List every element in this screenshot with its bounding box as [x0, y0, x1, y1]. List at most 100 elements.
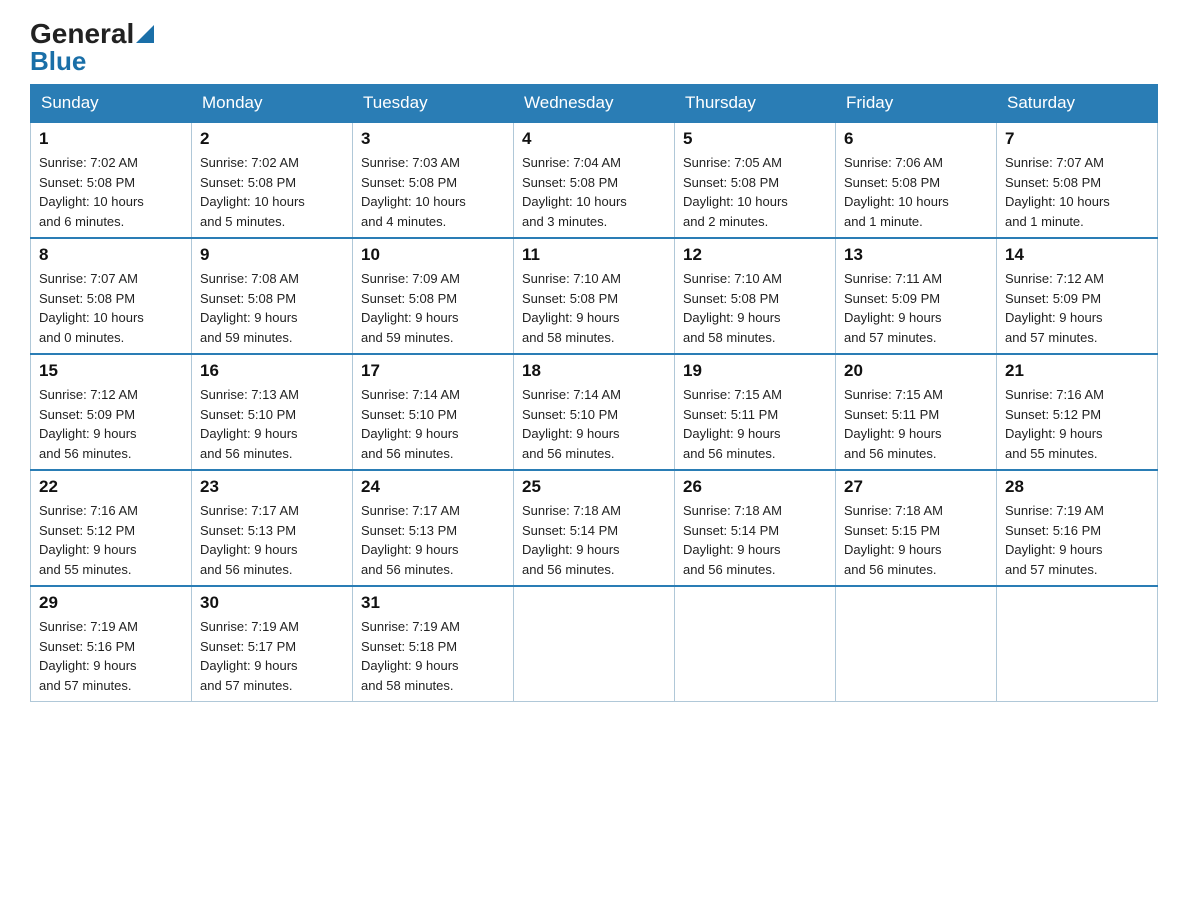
day-info: Sunrise: 7:02 AMSunset: 5:08 PMDaylight:… — [39, 155, 144, 229]
day-number: 16 — [200, 361, 344, 381]
day-info: Sunrise: 7:19 AMSunset: 5:18 PMDaylight:… — [361, 619, 460, 693]
calendar-table: SundayMondayTuesdayWednesdayThursdayFrid… — [30, 84, 1158, 702]
day-number: 14 — [1005, 245, 1149, 265]
day-info: Sunrise: 7:10 AMSunset: 5:08 PMDaylight:… — [522, 271, 621, 345]
calendar-cell: 17 Sunrise: 7:14 AMSunset: 5:10 PMDaylig… — [353, 354, 514, 470]
day-info: Sunrise: 7:19 AMSunset: 5:16 PMDaylight:… — [1005, 503, 1104, 577]
day-info: Sunrise: 7:04 AMSunset: 5:08 PMDaylight:… — [522, 155, 627, 229]
calendar-cell: 9 Sunrise: 7:08 AMSunset: 5:08 PMDayligh… — [192, 238, 353, 354]
day-number: 20 — [844, 361, 988, 381]
calendar-cell: 18 Sunrise: 7:14 AMSunset: 5:10 PMDaylig… — [514, 354, 675, 470]
day-info: Sunrise: 7:19 AMSunset: 5:17 PMDaylight:… — [200, 619, 299, 693]
logo-general: General — [30, 20, 134, 48]
logo: General Blue — [30, 20, 154, 74]
day-info: Sunrise: 7:15 AMSunset: 5:11 PMDaylight:… — [683, 387, 782, 461]
day-info: Sunrise: 7:09 AMSunset: 5:08 PMDaylight:… — [361, 271, 460, 345]
day-number: 3 — [361, 129, 505, 149]
day-number: 4 — [522, 129, 666, 149]
day-info: Sunrise: 7:12 AMSunset: 5:09 PMDaylight:… — [39, 387, 138, 461]
day-info: Sunrise: 7:16 AMSunset: 5:12 PMDaylight:… — [1005, 387, 1104, 461]
day-info: Sunrise: 7:11 AMSunset: 5:09 PMDaylight:… — [844, 271, 942, 345]
day-info: Sunrise: 7:10 AMSunset: 5:08 PMDaylight:… — [683, 271, 782, 345]
calendar-cell: 23 Sunrise: 7:17 AMSunset: 5:13 PMDaylig… — [192, 470, 353, 586]
calendar-cell: 1 Sunrise: 7:02 AMSunset: 5:08 PMDayligh… — [31, 122, 192, 238]
calendar-cell: 3 Sunrise: 7:03 AMSunset: 5:08 PMDayligh… — [353, 122, 514, 238]
header-sunday: Sunday — [31, 85, 192, 123]
day-number: 28 — [1005, 477, 1149, 497]
calendar-cell: 4 Sunrise: 7:04 AMSunset: 5:08 PMDayligh… — [514, 122, 675, 238]
calendar-cell: 27 Sunrise: 7:18 AMSunset: 5:15 PMDaylig… — [836, 470, 997, 586]
day-info: Sunrise: 7:13 AMSunset: 5:10 PMDaylight:… — [200, 387, 299, 461]
calendar-cell: 2 Sunrise: 7:02 AMSunset: 5:08 PMDayligh… — [192, 122, 353, 238]
day-info: Sunrise: 7:07 AMSunset: 5:08 PMDaylight:… — [39, 271, 144, 345]
calendar-cell: 16 Sunrise: 7:13 AMSunset: 5:10 PMDaylig… — [192, 354, 353, 470]
day-info: Sunrise: 7:14 AMSunset: 5:10 PMDaylight:… — [522, 387, 621, 461]
day-info: Sunrise: 7:03 AMSunset: 5:08 PMDaylight:… — [361, 155, 466, 229]
day-number: 24 — [361, 477, 505, 497]
calendar-cell: 13 Sunrise: 7:11 AMSunset: 5:09 PMDaylig… — [836, 238, 997, 354]
calendar-cell: 20 Sunrise: 7:15 AMSunset: 5:11 PMDaylig… — [836, 354, 997, 470]
day-number: 9 — [200, 245, 344, 265]
calendar-cell: 10 Sunrise: 7:09 AMSunset: 5:08 PMDaylig… — [353, 238, 514, 354]
calendar-cell: 31 Sunrise: 7:19 AMSunset: 5:18 PMDaylig… — [353, 586, 514, 702]
day-info: Sunrise: 7:12 AMSunset: 5:09 PMDaylight:… — [1005, 271, 1104, 345]
calendar-cell: 25 Sunrise: 7:18 AMSunset: 5:14 PMDaylig… — [514, 470, 675, 586]
calendar-cell: 12 Sunrise: 7:10 AMSunset: 5:08 PMDaylig… — [675, 238, 836, 354]
calendar-cell — [836, 586, 997, 702]
day-number: 1 — [39, 129, 183, 149]
day-info: Sunrise: 7:15 AMSunset: 5:11 PMDaylight:… — [844, 387, 943, 461]
day-number: 7 — [1005, 129, 1149, 149]
day-number: 15 — [39, 361, 183, 381]
week-row-5: 29 Sunrise: 7:19 AMSunset: 5:16 PMDaylig… — [31, 586, 1158, 702]
day-info: Sunrise: 7:18 AMSunset: 5:14 PMDaylight:… — [522, 503, 621, 577]
day-info: Sunrise: 7:16 AMSunset: 5:12 PMDaylight:… — [39, 503, 138, 577]
calendar-cell: 28 Sunrise: 7:19 AMSunset: 5:16 PMDaylig… — [997, 470, 1158, 586]
calendar-cell: 22 Sunrise: 7:16 AMSunset: 5:12 PMDaylig… — [31, 470, 192, 586]
calendar-cell: 5 Sunrise: 7:05 AMSunset: 5:08 PMDayligh… — [675, 122, 836, 238]
logo-triangle-icon — [136, 25, 154, 43]
day-info: Sunrise: 7:18 AMSunset: 5:14 PMDaylight:… — [683, 503, 782, 577]
calendar-cell: 21 Sunrise: 7:16 AMSunset: 5:12 PMDaylig… — [997, 354, 1158, 470]
header-friday: Friday — [836, 85, 997, 123]
header-saturday: Saturday — [997, 85, 1158, 123]
day-number: 5 — [683, 129, 827, 149]
day-number: 22 — [39, 477, 183, 497]
day-number: 13 — [844, 245, 988, 265]
calendar-cell — [997, 586, 1158, 702]
calendar-cell: 19 Sunrise: 7:15 AMSunset: 5:11 PMDaylig… — [675, 354, 836, 470]
day-number: 12 — [683, 245, 827, 265]
header-monday: Monday — [192, 85, 353, 123]
calendar-cell: 15 Sunrise: 7:12 AMSunset: 5:09 PMDaylig… — [31, 354, 192, 470]
day-number: 2 — [200, 129, 344, 149]
day-number: 10 — [361, 245, 505, 265]
day-info: Sunrise: 7:19 AMSunset: 5:16 PMDaylight:… — [39, 619, 138, 693]
logo-blue: Blue — [30, 48, 86, 74]
calendar-cell: 30 Sunrise: 7:19 AMSunset: 5:17 PMDaylig… — [192, 586, 353, 702]
day-number: 25 — [522, 477, 666, 497]
calendar-header-row: SundayMondayTuesdayWednesdayThursdayFrid… — [31, 85, 1158, 123]
day-number: 30 — [200, 593, 344, 613]
day-number: 18 — [522, 361, 666, 381]
week-row-2: 8 Sunrise: 7:07 AMSunset: 5:08 PMDayligh… — [31, 238, 1158, 354]
day-info: Sunrise: 7:14 AMSunset: 5:10 PMDaylight:… — [361, 387, 460, 461]
day-number: 29 — [39, 593, 183, 613]
day-info: Sunrise: 7:08 AMSunset: 5:08 PMDaylight:… — [200, 271, 299, 345]
calendar-cell — [514, 586, 675, 702]
day-number: 6 — [844, 129, 988, 149]
header-tuesday: Tuesday — [353, 85, 514, 123]
day-info: Sunrise: 7:06 AMSunset: 5:08 PMDaylight:… — [844, 155, 949, 229]
day-number: 17 — [361, 361, 505, 381]
calendar-cell: 8 Sunrise: 7:07 AMSunset: 5:08 PMDayligh… — [31, 238, 192, 354]
calendar-cell: 7 Sunrise: 7:07 AMSunset: 5:08 PMDayligh… — [997, 122, 1158, 238]
day-number: 8 — [39, 245, 183, 265]
day-number: 23 — [200, 477, 344, 497]
day-number: 11 — [522, 245, 666, 265]
header-wednesday: Wednesday — [514, 85, 675, 123]
day-info: Sunrise: 7:18 AMSunset: 5:15 PMDaylight:… — [844, 503, 943, 577]
page-header: General Blue — [30, 20, 1158, 74]
week-row-3: 15 Sunrise: 7:12 AMSunset: 5:09 PMDaylig… — [31, 354, 1158, 470]
day-info: Sunrise: 7:17 AMSunset: 5:13 PMDaylight:… — [361, 503, 460, 577]
day-number: 19 — [683, 361, 827, 381]
day-number: 26 — [683, 477, 827, 497]
calendar-cell: 26 Sunrise: 7:18 AMSunset: 5:14 PMDaylig… — [675, 470, 836, 586]
